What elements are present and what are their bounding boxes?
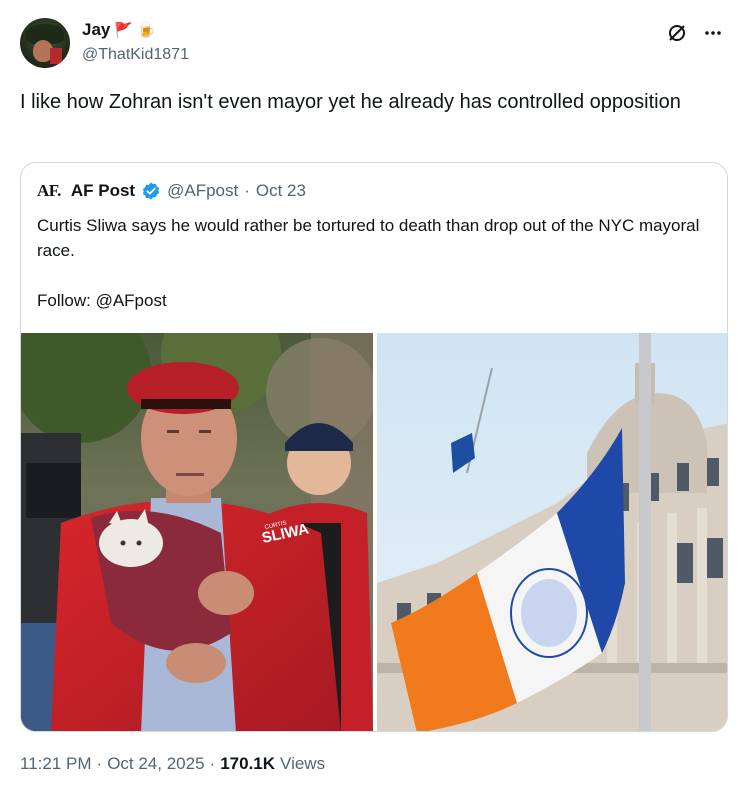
author-display-name[interactable]: Jay xyxy=(82,20,110,40)
separator-dot: · xyxy=(96,754,103,773)
views-count: 170.1K xyxy=(220,754,276,773)
nyc-flag-city-hall-photo[interactable] xyxy=(377,333,727,731)
quoted-text: Curtis Sliwa says he would rather be tor… xyxy=(37,213,717,313)
quoted-avatar-logo[interactable]: AF. xyxy=(37,181,61,201)
quoted-media: SLIWA CURTIS xyxy=(21,333,727,731)
author-name-line: Jay 🚩 🍺 xyxy=(82,20,156,40)
red-flag-icon: 🚩 xyxy=(114,20,134,39)
post-time[interactable]: 11:21 PM xyxy=(20,754,92,774)
separator-dot: · xyxy=(209,754,216,773)
man-with-red-beret-holding-cat-photo[interactable]: SLIWA CURTIS xyxy=(21,333,373,731)
beer-mug-icon: 🍺 xyxy=(137,20,156,39)
top-actions xyxy=(666,22,724,44)
tweet-footer: 11:21 PM · Oct 24, 2025 · 170.1K Views xyxy=(20,754,325,774)
tweet-header: Jay 🚩 🍺 @ThatKid1871 xyxy=(20,18,724,70)
quoted-tweet[interactable]: AF. AF Post @AFpost · Oct 23 Curtis Sliw… xyxy=(20,162,728,732)
quoted-text-body: Curtis Sliwa says he would rather be tor… xyxy=(37,216,700,260)
views-label: Views xyxy=(280,754,326,773)
quoted-text-follow: Follow: @AFpost xyxy=(37,291,167,310)
avatar[interactable] xyxy=(20,18,70,68)
tweet-text: I like how Zohran isn't even mayor yet h… xyxy=(20,91,681,113)
separator-dot: · xyxy=(244,181,250,200)
more-icon[interactable] xyxy=(702,22,724,44)
author-handle[interactable]: @ThatKid1871 xyxy=(82,46,189,64)
quoted-date[interactable]: Oct 23 xyxy=(256,181,306,201)
quoted-tweet-header: AF. AF Post @AFpost · Oct 23 xyxy=(37,181,306,201)
verified-badge-icon xyxy=(143,182,160,200)
quoted-display-name[interactable]: AF Post xyxy=(71,181,135,201)
quoted-handle[interactable]: @AFpost xyxy=(167,181,238,201)
slashed-circle-icon[interactable] xyxy=(666,22,688,44)
post-date[interactable]: Oct 24, 2025 xyxy=(107,754,204,774)
